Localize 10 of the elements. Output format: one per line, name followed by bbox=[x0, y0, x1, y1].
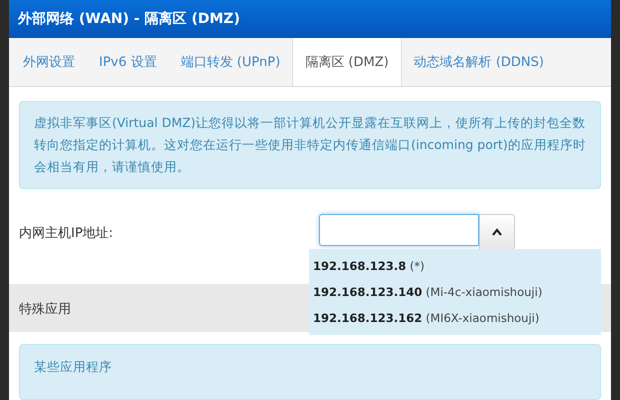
ip-input-field[interactable] bbox=[319, 214, 479, 246]
field-label: 内网主机IP地址: bbox=[18, 225, 114, 242]
tab[interactable]: 隔离区 (DMZ) bbox=[292, 38, 402, 86]
info-text: 某些应用程序 bbox=[34, 359, 112, 374]
dropdown-toggle-button[interactable] bbox=[479, 214, 515, 250]
caret-icon bbox=[492, 228, 502, 236]
window-title: 外部网络 (WAN) - 隔离区 (DMZ) bbox=[9, 0, 611, 38]
dropdown-option[interactable]: 192.168.123.162 (MI6X-xiaomishouji) bbox=[309, 305, 601, 331]
dropdown-option[interactable]: 192.168.123.8 (*) bbox=[309, 253, 601, 279]
info-text: 虚拟非军事区(Virtual DMZ)让您得以将一部计算机公开显露在互联网上，使所有上传的封包全数转向您指定的计算机。这对您在运行一些使用非特定内传通信端口(incoming port)的应用程序时会相当有用，请谨慎使用。 bbox=[19, 101, 601, 189]
